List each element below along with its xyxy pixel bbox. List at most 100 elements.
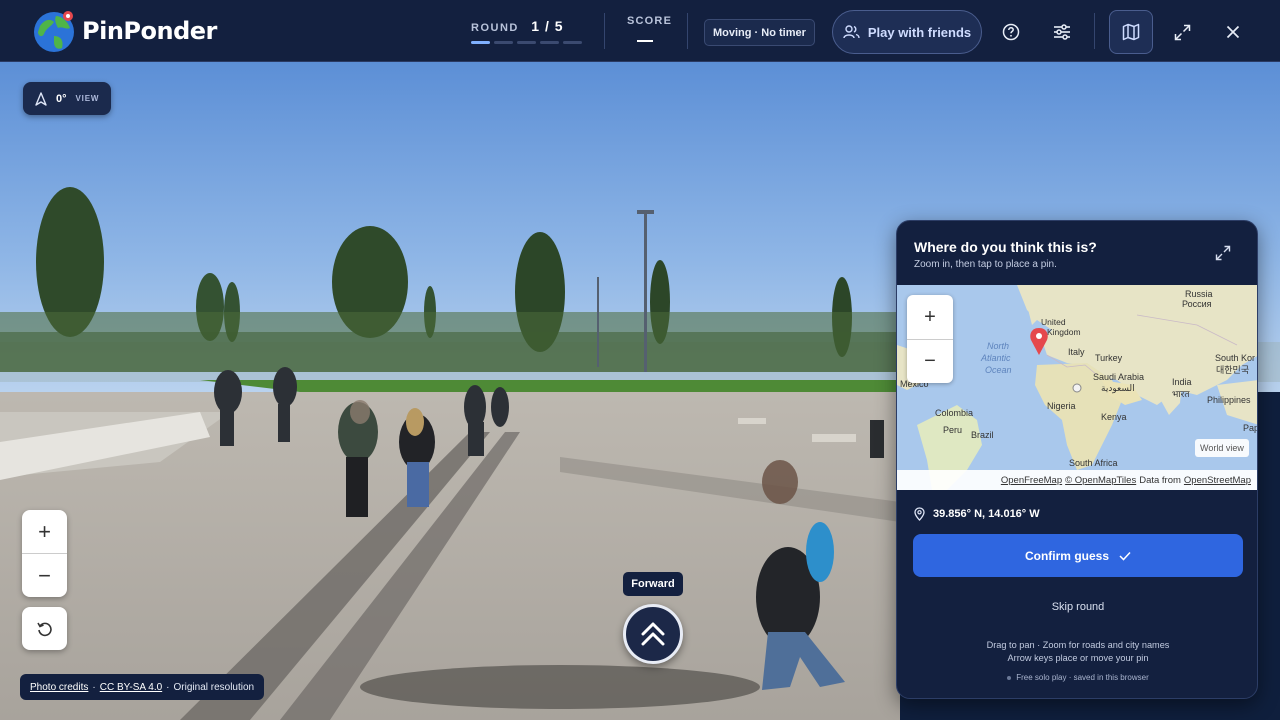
map-zoom-in-button[interactable]: + bbox=[907, 295, 953, 339]
round-progress-segment bbox=[494, 41, 513, 44]
world-view-button[interactable]: World view bbox=[1195, 439, 1249, 457]
map-label: السعودية bbox=[1101, 383, 1135, 393]
map-label: South Africa bbox=[1069, 458, 1118, 468]
status-dot bbox=[1007, 675, 1012, 680]
map-zoom-out-button[interactable]: − bbox=[907, 339, 953, 383]
round-value: 1 / 5 bbox=[531, 18, 564, 34]
round-progress-segment bbox=[517, 41, 536, 44]
users-icon bbox=[843, 25, 860, 39]
score-empty-value bbox=[637, 40, 653, 42]
header-divider bbox=[687, 13, 688, 49]
map-label: Saudi Arabia bbox=[1093, 372, 1145, 382]
move-forward-button[interactable] bbox=[623, 604, 683, 664]
round-progress-segment bbox=[563, 41, 582, 44]
reset-view-button[interactable] bbox=[22, 607, 67, 650]
fullscreen-button[interactable] bbox=[1166, 16, 1198, 48]
map-label: Atlantic bbox=[981, 353, 1011, 363]
checkmark-icon bbox=[1119, 551, 1131, 561]
guess-panel-title: Where do you think this is? bbox=[914, 239, 1097, 255]
globe-logo-icon bbox=[34, 11, 74, 52]
map-label: Kenya bbox=[1101, 412, 1127, 422]
guess-panel-subtitle: Zoom in, then tap to place a pin. bbox=[914, 259, 1057, 270]
help-icon bbox=[1002, 23, 1020, 41]
solo-play-note: Free solo play · saved in this browser bbox=[897, 673, 1257, 682]
resolution-label: Original resolution bbox=[173, 681, 255, 693]
map-label: Italy bbox=[1068, 347, 1085, 357]
photo-credits-bar: Photo credits · CC BY-SA 4.0 · Original … bbox=[20, 674, 265, 700]
top-bar: PinPonder ROUND 1 / 5 SCORE Moving · No … bbox=[0, 0, 1280, 62]
openfreemap-link[interactable]: OpenFreeMap bbox=[1001, 475, 1062, 486]
confirm-guess-label: Confirm guess bbox=[1024, 548, 1109, 563]
expand-icon bbox=[1215, 245, 1231, 261]
license-link[interactable]: CC BY-SA 4.0 bbox=[100, 682, 162, 693]
credits-separator: · bbox=[166, 681, 170, 693]
location-pin-icon bbox=[914, 507, 925, 521]
map-label: Russia bbox=[1185, 289, 1213, 299]
expand-map-button[interactable] bbox=[1215, 245, 1235, 265]
heading-compass[interactable]: 0° VIEW bbox=[23, 82, 111, 115]
map-label: North bbox=[987, 341, 1010, 351]
map-label: South Kor bbox=[1215, 353, 1256, 363]
help-button[interactable] bbox=[995, 16, 1027, 48]
pin-coordinates: 39.856° N, 14.016° W bbox=[914, 507, 1040, 521]
map-zoom-control: + − bbox=[907, 295, 953, 383]
map-label: Pap bbox=[1243, 423, 1258, 433]
map-attribution: OpenFreeMap © OpenMapTiles Data from Ope… bbox=[897, 470, 1257, 490]
confirm-guess-button[interactable]: Confirm guess bbox=[913, 534, 1243, 577]
mode-badge: Moving · No timer bbox=[704, 19, 815, 46]
header-divider bbox=[1094, 13, 1095, 49]
close-button[interactable] bbox=[1217, 16, 1249, 48]
map-label: Nigeria bbox=[1047, 401, 1076, 411]
close-icon bbox=[1226, 25, 1240, 39]
play-with-friends-label: Play with friends bbox=[867, 24, 972, 40]
pin-coordinates-value: 39.856° N, 14.016° W bbox=[933, 508, 1040, 520]
help-line: Drag to pan · Zoom for roads and city na… bbox=[986, 640, 1170, 650]
map-label: Philippines bbox=[1207, 395, 1251, 405]
map-label: Colombia bbox=[935, 408, 974, 418]
score-indicator: SCORE bbox=[627, 15, 673, 42]
compass-arrow-icon bbox=[35, 91, 47, 106]
guess-map[interactable]: Russia Россия United Kingdom North Atlan… bbox=[897, 285, 1258, 490]
map-label: Ocean bbox=[985, 365, 1012, 375]
map-label: Turkey bbox=[1095, 353, 1123, 363]
double-chevron-up-icon bbox=[641, 622, 665, 646]
photo-credits-link[interactable]: Photo credits bbox=[30, 682, 88, 693]
openmaptiles-link[interactable]: © OpenMapTiles bbox=[1065, 475, 1136, 486]
openstreetmap-link[interactable]: OpenStreetMap bbox=[1184, 475, 1251, 486]
app-logo[interactable]: PinPonder bbox=[32, 8, 217, 54]
map-label: भारत bbox=[1172, 389, 1190, 399]
map-label: Россия bbox=[1182, 299, 1212, 309]
map-label: India bbox=[1172, 377, 1192, 387]
zoom-out-button[interactable]: − bbox=[22, 553, 67, 597]
score-label: SCORE bbox=[627, 15, 673, 27]
skip-round-button[interactable]: Skip round bbox=[897, 601, 1257, 613]
round-indicator: ROUND 1 / 5 bbox=[471, 18, 582, 44]
map-help-text: Drag to pan · Zoom for roads and city na… bbox=[897, 639, 1257, 665]
header-divider bbox=[604, 13, 605, 49]
map-label: Brazil bbox=[971, 430, 994, 440]
expand-icon bbox=[1174, 24, 1190, 40]
panorama-zoom-control: + − bbox=[22, 510, 67, 597]
zoom-in-button[interactable]: + bbox=[22, 510, 67, 553]
map-label: United bbox=[1041, 317, 1066, 327]
help-line: Arrow keys place or move your pin bbox=[1007, 653, 1149, 663]
map-label: Peru bbox=[943, 425, 963, 435]
round-progress-segment bbox=[540, 41, 559, 44]
settings-sliders-icon bbox=[1054, 24, 1070, 40]
guess-panel: Where do you think this is? Zoom in, the… bbox=[896, 220, 1258, 699]
map-toggle-button[interactable] bbox=[1109, 10, 1153, 54]
map-icon bbox=[1122, 23, 1140, 41]
heading-view-label: VIEW bbox=[75, 94, 100, 103]
credits-separator: · bbox=[92, 681, 96, 693]
round-progress bbox=[471, 41, 582, 44]
round-label: ROUND bbox=[471, 22, 519, 34]
solo-play-label: Free solo play · saved in this browser bbox=[1016, 673, 1149, 682]
settings-button[interactable] bbox=[1046, 16, 1078, 48]
play-with-friends-button[interactable]: Play with friends bbox=[832, 10, 982, 54]
map-label: 대한민국 bbox=[1216, 365, 1250, 375]
forward-tooltip: Forward bbox=[623, 572, 683, 596]
app-name: PinPonder bbox=[82, 17, 217, 45]
data-from-label: Data from bbox=[1139, 474, 1181, 486]
undo-rotate-icon bbox=[36, 622, 52, 636]
heading-degrees: 0° bbox=[56, 92, 67, 105]
